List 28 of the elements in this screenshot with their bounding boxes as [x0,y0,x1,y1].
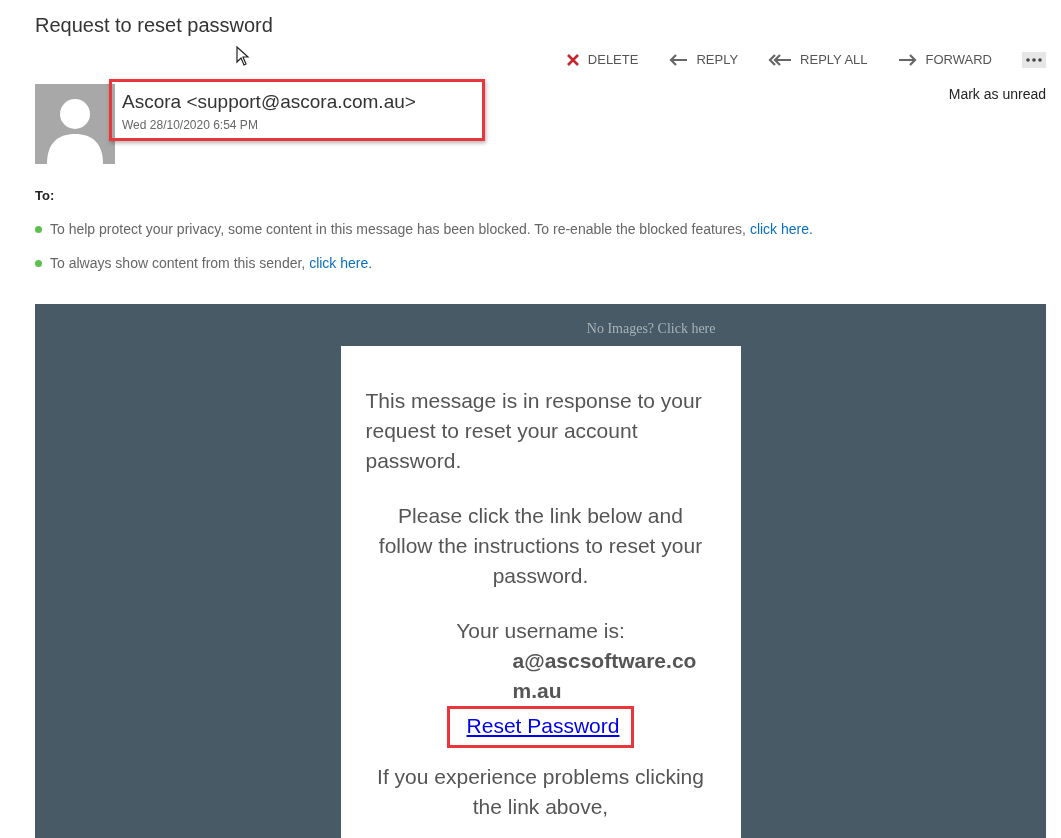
forward-icon [897,52,918,67]
username-text: a@ascsoftware.com.au [512,648,698,704]
reply-all-icon [768,52,793,67]
click-here-link[interactable]: click here. [309,255,373,271]
delete-button[interactable]: DELETE [565,50,639,70]
reply-icon [668,52,689,67]
sender-name: Ascora <support@ascora.com.au> [122,89,416,114]
reply-all-button[interactable]: REPLY ALL [768,50,868,70]
username-label: Your username is: [455,618,626,644]
forward-button[interactable]: FORWARD [897,50,992,70]
body-text: This message is in response to your request to reset your account password. [365,388,703,474]
reset-password-link[interactable]: Reset Password [466,714,620,737]
notice-text: To always show content from this sender, click here. [50,254,373,273]
bullet-icon [35,260,42,267]
notice-text: To help protect your privacy, some content in this message has been blocked. To re-enable the blocked features, click here. [50,220,813,239]
more-icon [1026,57,1042,62]
message-subject: Request to reset password [35,13,274,38]
more-button[interactable] [1022,51,1046,68]
bullet-icon [35,226,42,233]
body-text: Please click the link below and follow the instructions to reset your password. [377,503,704,589]
to-label: To: [35,186,56,205]
cursor-icon [236,43,250,67]
body-text: If you experience problems clicking the link above, [376,764,705,820]
sent-date: Wed 28/10/2020 6:54 PM [122,117,259,134]
reply-button[interactable]: REPLY [668,50,739,70]
click-here-link[interactable]: click here. [749,221,813,237]
mark-unread-link[interactable]: Mark as unread [948,83,1046,105]
delete-icon [565,52,580,67]
